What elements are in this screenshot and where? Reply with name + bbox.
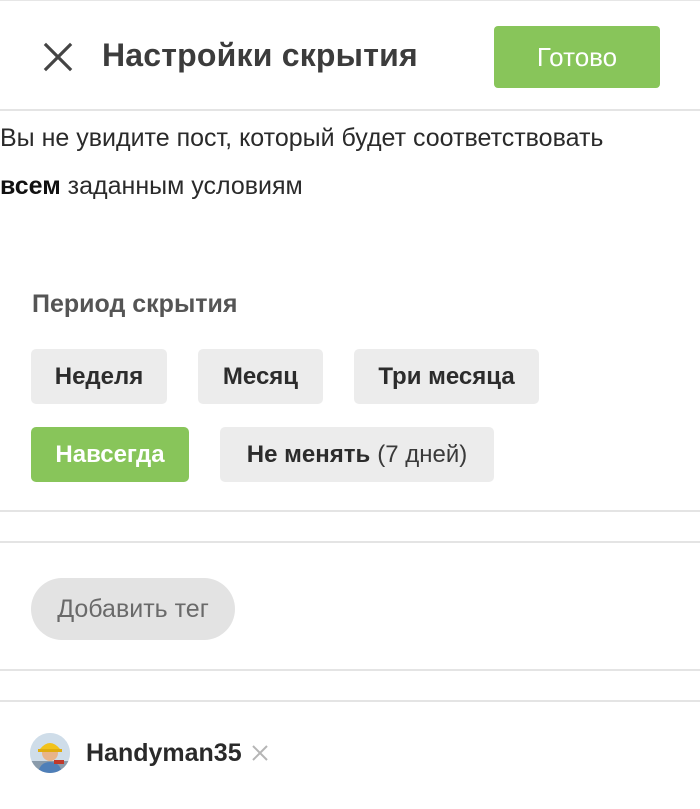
close-icon xyxy=(43,42,73,72)
avatar-image xyxy=(30,733,70,773)
done-button[interactable]: Готово xyxy=(494,26,660,88)
period-section-title: Период скрытия xyxy=(32,290,238,318)
period-option-week[interactable]: Неделя xyxy=(31,349,167,404)
description-bold-word: всем xyxy=(0,172,61,200)
description-line-2-rest: заданным условиям xyxy=(60,172,303,200)
tags-divider-top xyxy=(0,669,700,671)
period-option-keep[interactable]: Не менять (7 дней) xyxy=(220,427,494,482)
period-option-label: Месяц xyxy=(222,362,299,390)
period-divider-top xyxy=(0,510,700,512)
username: Handyman35 xyxy=(86,738,242,767)
period-option-label: Неделя xyxy=(54,362,144,390)
period-option-label: Навсегда xyxy=(55,440,165,468)
hidden-user-item: Handyman35 xyxy=(30,731,270,775)
avatar xyxy=(30,733,70,773)
remove-user-button[interactable] xyxy=(250,743,270,763)
description-line-2: всем заданным условиям xyxy=(0,162,700,210)
period-option-forever[interactable]: Навсегда xyxy=(31,427,189,482)
period-option-label: Три месяца xyxy=(378,362,515,390)
close-icon xyxy=(251,745,268,761)
period-keep-label: Не менять xyxy=(246,440,371,468)
hide-description: Вы не увидите пост, который будет соотве… xyxy=(0,114,700,210)
add-tag-button[interactable]: Добавить тег xyxy=(31,578,235,640)
header-divider xyxy=(0,109,700,111)
page-title: Настройки скрытия xyxy=(102,37,418,73)
period-option-month[interactable]: Месяц xyxy=(198,349,323,404)
period-option-three-months[interactable]: Три месяца xyxy=(354,349,539,404)
tags-divider-bottom xyxy=(0,700,700,702)
header-bar: Настройки скрытия Готово xyxy=(0,0,700,110)
description-line-1: Вы не увидите пост, который будет соотве… xyxy=(0,124,604,152)
close-button[interactable] xyxy=(38,37,78,77)
period-divider-bottom xyxy=(0,541,700,543)
period-keep-hint: (7 дней) xyxy=(377,440,468,468)
